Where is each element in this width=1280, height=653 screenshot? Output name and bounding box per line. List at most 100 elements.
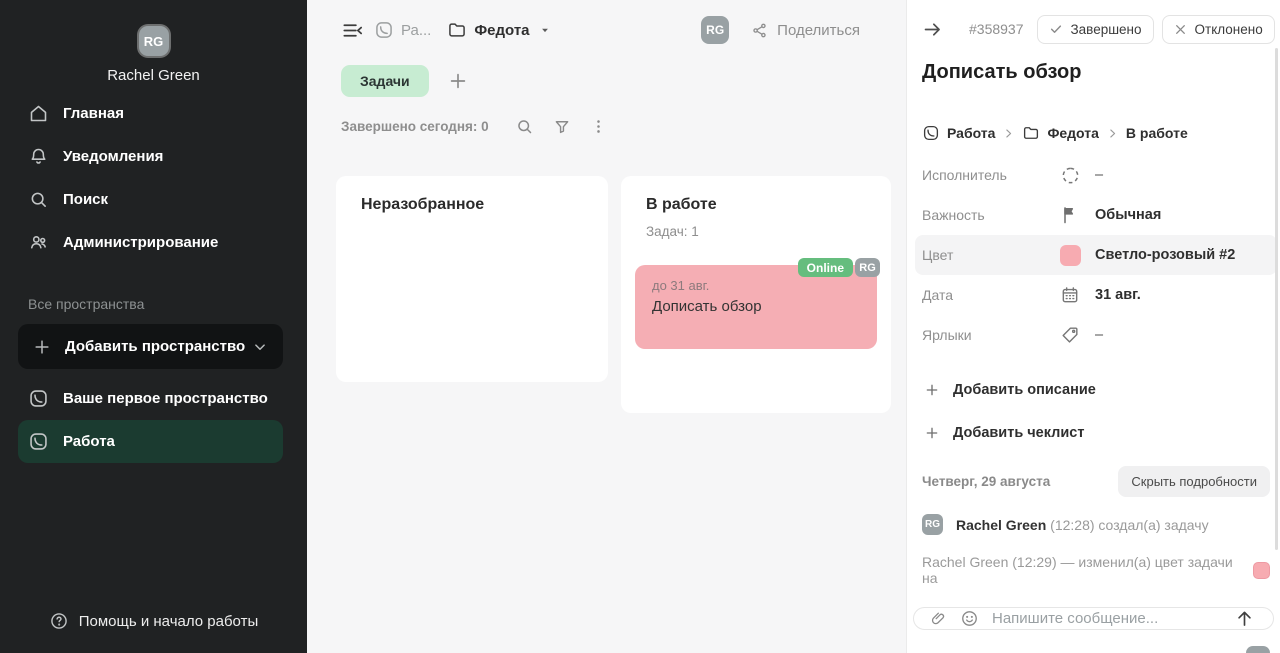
complete-button[interactable]: Завершено: [1037, 15, 1154, 44]
emoji-icon[interactable]: [960, 609, 979, 628]
question-icon: [49, 611, 69, 631]
field-labels[interactable]: Ярлыки –: [922, 315, 1270, 355]
breadcrumb-folder-label: Федота: [1047, 125, 1098, 141]
decline-button[interactable]: Отклонено: [1162, 15, 1275, 44]
board-tabs: Задачи: [307, 44, 906, 97]
space-name: Ра...: [401, 22, 431, 39]
chevron-right-icon: [1107, 128, 1118, 139]
collapse-sidebar-icon[interactable]: [341, 19, 364, 42]
hide-details-button[interactable]: Скрыть подробности: [1118, 466, 1270, 497]
task-title: Дописать обзор: [922, 61, 1280, 84]
message-composer: [913, 607, 1274, 630]
field-label: Дата: [922, 287, 1060, 303]
kebab-menu-icon[interactable]: [590, 118, 607, 135]
tag-icon: [1060, 325, 1095, 345]
folder-icon: [1022, 124, 1040, 142]
x-icon: [1174, 23, 1187, 36]
board-stats-row: Завершено сегодня: 0: [307, 97, 906, 136]
breadcrumb-space-label: Работа: [947, 125, 995, 141]
participant-avatar[interactable]: RG: [1246, 646, 1270, 653]
completed-today-label: Завершено сегодня: 0: [341, 119, 489, 134]
plus-icon: [924, 425, 940, 441]
sidebar-item-label: Уведомления: [63, 148, 163, 165]
decline-label: Отклонено: [1195, 22, 1263, 37]
field-label: Важность: [922, 207, 1060, 223]
space-icon: [922, 124, 940, 142]
sidebar: RG Rachel Green Главная Уведомления Поис…: [0, 0, 307, 653]
field-label: Ярлыки: [922, 327, 1060, 343]
sidebar-item-label: Поиск: [63, 191, 108, 208]
field-label: Цвет: [922, 247, 1060, 263]
add-space-button[interactable]: Добавить пространство: [18, 324, 283, 369]
send-icon[interactable]: [1234, 608, 1255, 629]
home-icon: [28, 103, 49, 124]
field-value: Светло-розовый #2: [1095, 247, 1235, 263]
calendar-icon: [1060, 285, 1095, 305]
sidebar-item-home[interactable]: Главная: [0, 92, 307, 135]
chevron-right-icon: [1003, 128, 1014, 139]
activity-author: Rachel Green: [956, 517, 1046, 533]
collapse-panel-icon[interactable]: [922, 19, 943, 40]
column-task-count: Задач: 1: [646, 224, 877, 239]
board-user-avatar[interactable]: RG: [701, 16, 729, 44]
card-assignee-avatar: RG: [855, 258, 880, 277]
add-description-button[interactable]: Добавить описание: [924, 382, 1280, 398]
column-in-progress: В работе Задач: 1 Online RG до 31 авг. Д…: [621, 176, 891, 413]
sidebar-item-label: Администрирование: [63, 234, 218, 251]
space-icon: [374, 20, 394, 40]
kanban-columns: Неразобранное В работе Задач: 1 Online R…: [307, 136, 906, 413]
chevron-down-icon: [251, 338, 269, 356]
user-avatar[interactable]: RG: [139, 26, 169, 56]
field-priority[interactable]: Важность Обычная: [922, 195, 1270, 235]
message-input[interactable]: [992, 610, 1221, 627]
attach-icon[interactable]: [930, 610, 947, 627]
field-value: –: [1095, 327, 1103, 343]
add-checklist-label: Добавить чеклист: [953, 425, 1084, 441]
folder-dropdown[interactable]: Федота: [447, 20, 549, 40]
sidebar-item-search[interactable]: Поиск: [0, 178, 307, 221]
task-fields: Исполнитель – Важность Обычная Цвет Свет…: [922, 155, 1270, 355]
space-breadcrumb[interactable]: Ра...: [374, 20, 431, 40]
sidebar-space-work[interactable]: Работа: [18, 420, 283, 463]
color-swatch: [1060, 245, 1081, 266]
sidebar-space-first[interactable]: Ваше первое пространство: [18, 377, 283, 420]
caret-down-icon: [540, 25, 550, 35]
field-date[interactable]: Дата 31 авг.: [922, 275, 1270, 315]
breadcrumb-folder[interactable]: Федота: [1022, 124, 1098, 142]
task-breadcrumb: Работа Федота В работе: [922, 124, 1280, 142]
breadcrumb-status[interactable]: В работе: [1126, 125, 1188, 141]
breadcrumb-space[interactable]: Работа: [922, 124, 995, 142]
activity-item-color-change: Rachel Green (12:29) — изменил(а) цвет з…: [922, 554, 1270, 586]
column-title: В работе: [646, 196, 877, 214]
sidebar-item-admin[interactable]: Администрирование: [0, 221, 307, 264]
share-icon: [751, 22, 768, 39]
filter-icon[interactable]: [553, 118, 571, 136]
add-checklist-button[interactable]: Добавить чеклист: [924, 425, 1280, 441]
tab-tasks[interactable]: Задачи: [341, 65, 429, 97]
task-card[interactable]: Online RG до 31 авг. Дописать обзор: [635, 265, 877, 349]
card-due-date: до 31 авг.: [652, 278, 860, 293]
field-value: –: [1095, 167, 1103, 183]
field-color[interactable]: Цвет Светло-розовый #2: [915, 235, 1277, 275]
online-status-badge: Online: [798, 258, 853, 277]
field-value: 31 авг.: [1095, 287, 1141, 303]
share-button[interactable]: Поделиться: [751, 22, 860, 39]
search-icon[interactable]: [515, 117, 534, 136]
activity-date-header: Четверг, 29 августа: [922, 474, 1050, 489]
column-unsorted: Неразобранное: [336, 176, 608, 382]
sidebar-item-label: Главная: [63, 105, 124, 122]
activity-feed: RG Rachel Green (12:28) создал(а) задачу…: [922, 514, 1270, 586]
task-id: #358937: [969, 21, 1024, 37]
activity-day-row: Четверг, 29 августа Скрыть подробности: [922, 466, 1270, 497]
add-description-label: Добавить описание: [953, 382, 1096, 398]
sidebar-menu: Главная Уведомления Поиск Администрирова…: [0, 92, 307, 264]
share-label: Поделиться: [777, 22, 860, 39]
sidebar-item-notifications[interactable]: Уведомления: [0, 135, 307, 178]
add-tab-button[interactable]: [447, 70, 469, 92]
board-header: Ра... Федота RG Поделиться: [307, 0, 906, 44]
field-assignee[interactable]: Исполнитель –: [922, 155, 1270, 195]
panel-scrollbar[interactable]: [1275, 48, 1278, 550]
task-detail-panel: #358937 Завершено Отклонено Дописать обз…: [906, 0, 1280, 653]
panel-header: #358937 Завершено Отклонено: [907, 0, 1280, 44]
help-link[interactable]: Помощь и начало работы: [0, 611, 307, 631]
